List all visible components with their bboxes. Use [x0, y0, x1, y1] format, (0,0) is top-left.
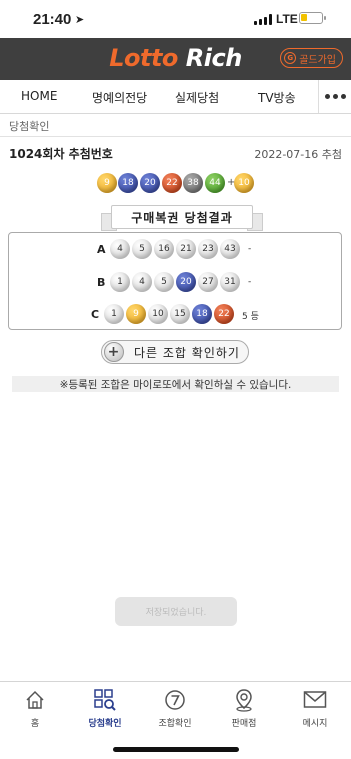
battery-icon: [299, 12, 326, 24]
pick-ball: 10: [148, 304, 168, 324]
status-time: 21:40: [33, 11, 72, 28]
tab-real-winners[interactable]: 실제당첨: [175, 89, 219, 106]
envelope-icon: [285, 688, 345, 712]
gold-join-button[interactable]: G 골드가입: [280, 48, 343, 68]
pick-ball: 31: [220, 272, 240, 292]
tab-home[interactable]: HOME: [21, 89, 57, 103]
home-indicator[interactable]: [113, 747, 239, 752]
pick-ball-match: 20: [176, 272, 196, 292]
row-rank-b: -: [248, 277, 252, 287]
location-arrow-icon: ➤: [75, 13, 85, 26]
notice-text: ※등록된 조합은 마이로또에서 확인하실 수 있습니다.: [12, 376, 339, 392]
winning-number-ball: 22: [162, 173, 182, 193]
row-label-b: B: [97, 276, 106, 289]
draw-date: 2022-07-16 추첨: [254, 148, 342, 161]
tab-hall-of-fame[interactable]: 명예의전당: [92, 89, 147, 106]
number-seven-icon: [145, 688, 205, 712]
footer-tab-stores[interactable]: 판매점: [214, 688, 274, 729]
row-rank-a: -: [248, 244, 252, 254]
pick-ball: 27: [198, 272, 218, 292]
pick-ball: 1: [110, 272, 130, 292]
gold-coin-icon: G: [284, 52, 297, 64]
pick-ball: 16: [154, 239, 174, 259]
draw-title: 1024회차 추첨번호: [9, 147, 113, 161]
pick-ball: 4: [132, 272, 152, 292]
pick-ball: 23: [198, 239, 218, 259]
app-header: Lotto Rich G 골드가입: [0, 38, 351, 80]
pick-ball: 15: [170, 304, 190, 324]
footer-tab-home[interactable]: 홈: [5, 688, 65, 729]
pick-ball-match: 9: [126, 304, 146, 324]
tab-tv-broadcast[interactable]: TV방송: [258, 89, 296, 106]
winning-number-ball: 44: [205, 173, 225, 193]
result-title: 구매복권 당첨결과: [111, 205, 253, 229]
bonus-number-ball: 10: [234, 173, 254, 193]
status-bar: 21:40 ➤ LTE: [0, 0, 351, 38]
footer-tab-check-win[interactable]: 당첨확인: [75, 688, 135, 729]
winning-number-ball: 18: [118, 173, 138, 193]
winning-number-ball: 20: [140, 173, 160, 193]
footer-tab-combo-check[interactable]: 조합확인: [145, 688, 205, 729]
pick-ball: 43: [220, 239, 240, 259]
signal-icon: [254, 14, 272, 25]
pick-ball: 21: [176, 239, 196, 259]
result-ribbon: 구매복권 당첨결과: [101, 205, 263, 231]
footer-tab-messages[interactable]: 메시지: [285, 688, 345, 729]
pick-ball: 5: [132, 239, 152, 259]
plus-icon: +: [104, 342, 124, 362]
winning-number-ball: 9: [97, 173, 117, 193]
pick-ball: 1: [104, 304, 124, 324]
pick-ball-match: 18: [192, 304, 212, 324]
saved-toast: 저장되었습니다.: [115, 597, 237, 626]
divider: [0, 136, 351, 137]
pick-ball: 4: [110, 239, 130, 259]
pick-ball: 5: [154, 272, 174, 292]
map-pin-icon: [214, 688, 274, 712]
breadcrumb: 당첨확인: [9, 120, 50, 133]
check-other-combo-label: 다른 조합 확인하기: [134, 345, 240, 360]
network-type: LTE: [276, 12, 298, 26]
gold-join-label: 골드가입: [299, 54, 336, 66]
qr-search-icon: [75, 688, 135, 712]
row-label-a: A: [97, 243, 106, 256]
winning-number-ball: 38: [183, 173, 203, 193]
pick-ball-match: 22: [214, 304, 234, 324]
top-nav: HOME 명예의전당 실제당첨 TV방송: [0, 80, 351, 114]
row-rank-c: 5 등: [242, 312, 259, 322]
more-dots-icon[interactable]: [318, 80, 351, 113]
home-icon: [5, 688, 65, 712]
row-label-c: C: [91, 308, 100, 321]
check-other-combo-button[interactable]: + 다른 조합 확인하기: [101, 340, 249, 364]
